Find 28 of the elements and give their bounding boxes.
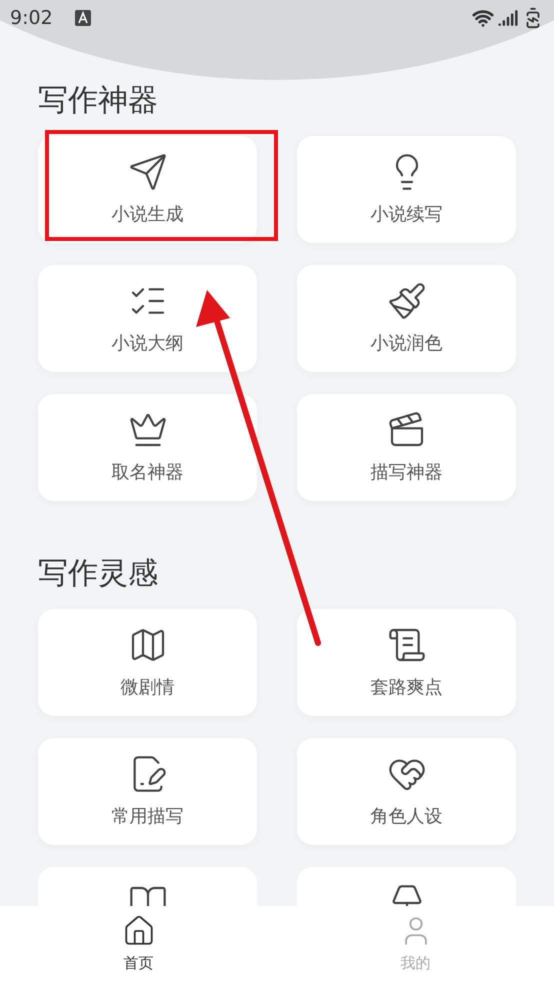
paper-plane-icon [128,152,168,192]
tool-card[interactable]: 描写神器 [297,394,516,501]
tool-card[interactable]: 小说大纲 [38,265,257,372]
tool-label: 取名神器 [112,464,184,482]
tool-label: 描写神器 [370,464,442,482]
tool-card[interactable]: 小说润色 [297,265,516,372]
tool-label: 微剧情 [120,679,174,697]
paintbrush-icon [386,281,426,321]
tool-card[interactable]: 套路爽点 [297,609,516,716]
tool-card[interactable]: 取名神器 [38,394,257,501]
tool-label: 小说生成 [112,206,184,224]
tool-label: 小说润色 [370,335,442,353]
section-title: 写作神器 [38,86,159,116]
nav-tab[interactable]: 首页 [0,906,277,984]
tool-card[interactable]: 小说续写 [297,136,516,243]
tool-card[interactable]: 小说生成 [38,136,257,243]
tool-label: 角色人设 [370,808,442,826]
section-title: 写作灵感 [38,559,159,589]
tool-card[interactable]: 角色人设 [297,738,516,845]
tool-card[interactable]: 微剧情 [38,609,257,716]
tool-card[interactable]: 常用描写 [38,738,257,845]
status-time: 9:02 [10,6,53,31]
tool-label: 小说续写 [370,206,442,224]
wifi-icon [472,7,494,29]
tool-label: 常用描写 [112,808,184,826]
signal-icon [498,8,518,28]
tool-label: 套路爽点 [370,679,442,697]
tool-label: 小说大纲 [112,335,184,353]
